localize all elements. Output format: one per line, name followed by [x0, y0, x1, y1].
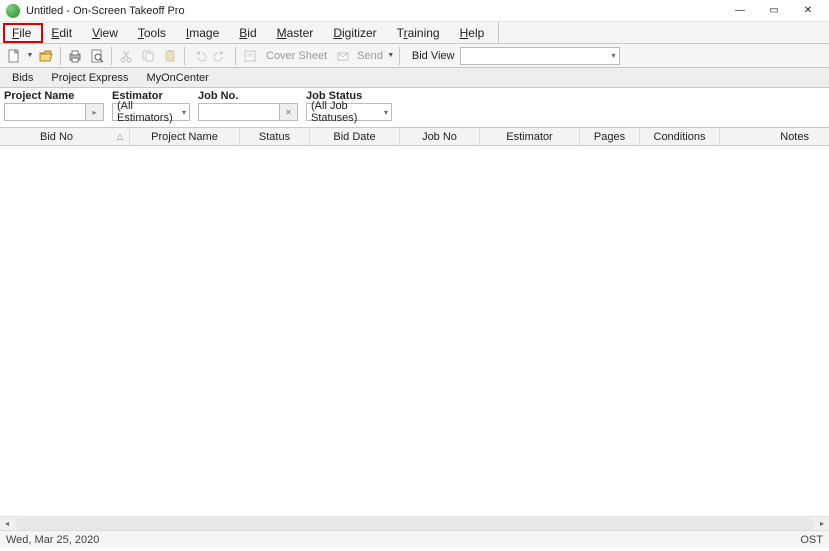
print-button[interactable]	[65, 46, 85, 66]
menu-edit[interactable]: Edit	[41, 22, 82, 43]
status-right: OST	[800, 534, 823, 546]
filter-project-name-label: Project Name	[4, 90, 104, 102]
send-label: Send	[355, 50, 385, 62]
send-icon	[336, 49, 350, 63]
filter-job-no-label: Job No.	[198, 90, 298, 102]
new-file-icon	[7, 49, 21, 63]
menu-training[interactable]: Training	[387, 22, 450, 43]
bid-view-select[interactable]	[460, 47, 620, 65]
col-project-name[interactable]: Project Name	[130, 128, 240, 145]
menu-view[interactable]: View	[82, 22, 128, 43]
minimize-button[interactable]: —	[723, 1, 757, 21]
filter-job-status-select[interactable]: (All Job Statuses)	[306, 103, 392, 121]
col-bid-no[interactable]: Bid No	[0, 128, 130, 145]
menu-image[interactable]: Image	[176, 22, 229, 43]
tab-bids[interactable]: Bids	[12, 72, 33, 84]
menu-help[interactable]: Help	[450, 22, 495, 43]
col-bid-date[interactable]: Bid Date	[310, 128, 400, 145]
filter-project-name-input[interactable]	[4, 103, 86, 121]
col-pages[interactable]: Pages	[580, 128, 640, 145]
filter-bar: Project Name ▸ Estimator (All Estimators…	[0, 88, 829, 128]
filter-job-no-input[interactable]	[198, 103, 280, 121]
paste-icon	[163, 49, 177, 63]
new-button[interactable]	[4, 46, 24, 66]
menu-master[interactable]: Master	[267, 22, 324, 43]
col-status[interactable]: Status	[240, 128, 310, 145]
cut-button[interactable]	[116, 46, 136, 66]
scroll-track[interactable]	[14, 518, 815, 530]
scroll-right-icon[interactable]: ▸	[815, 518, 829, 530]
col-notes[interactable]: Notes	[720, 128, 829, 145]
print-icon	[68, 49, 82, 63]
filter-project-name-go[interactable]: ▸	[86, 103, 104, 121]
menu-tools[interactable]: Tools	[128, 22, 176, 43]
col-conditions[interactable]: Conditions	[640, 128, 720, 145]
col-job-no[interactable]: Job No	[400, 128, 480, 145]
new-dropdown[interactable]: ▼	[26, 52, 34, 59]
copy-icon	[141, 49, 155, 63]
status-date: Wed, Mar 25, 2020	[6, 534, 99, 546]
scroll-left-icon[interactable]: ◂	[0, 518, 14, 530]
undo-button[interactable]	[189, 46, 209, 66]
open-folder-icon	[39, 49, 53, 63]
menu-bid[interactable]: Bid	[229, 22, 266, 43]
toolbar: ▼ Cover Sheet Send ▼ Bid View	[0, 44, 829, 68]
tab-myoncenter[interactable]: MyOnCenter	[146, 72, 208, 84]
filter-job-no-clear[interactable]: ✕	[280, 103, 298, 121]
paste-button[interactable]	[160, 46, 180, 66]
tab-project-express[interactable]: Project Express	[51, 72, 128, 84]
cover-sheet-label: Cover Sheet	[262, 50, 331, 62]
grid-header: Bid No Project Name Status Bid Date Job …	[0, 128, 829, 146]
maximize-button[interactable]: ▭	[757, 1, 791, 21]
horizontal-scrollbar[interactable]: ◂ ▸	[0, 516, 829, 530]
menu-file[interactable]: File	[2, 22, 41, 43]
undo-icon	[192, 49, 206, 63]
bid-view-label: Bid View	[404, 50, 459, 62]
cover-sheet-button[interactable]	[240, 46, 260, 66]
print-preview-icon	[90, 49, 104, 63]
col-estimator[interactable]: Estimator	[480, 128, 580, 145]
subtabs: Bids Project Express MyOnCenter	[0, 68, 829, 88]
copy-button[interactable]	[138, 46, 158, 66]
grid-body	[0, 146, 829, 516]
app-icon	[6, 4, 20, 18]
window-title: Untitled - On-Screen Takeoff Pro	[26, 5, 185, 17]
cover-sheet-icon	[243, 49, 257, 63]
cut-icon	[119, 49, 133, 63]
filter-estimator-select[interactable]: (All Estimators)	[112, 103, 190, 121]
open-button[interactable]	[36, 46, 56, 66]
redo-button[interactable]	[211, 46, 231, 66]
menu-bar: File Edit View Tools Image Bid Master Di…	[0, 22, 829, 44]
menu-digitizer[interactable]: Digitizer	[323, 22, 386, 43]
send-button[interactable]	[333, 46, 353, 66]
status-bar: Wed, Mar 25, 2020 OST	[0, 530, 829, 548]
close-button[interactable]: ✕	[791, 1, 825, 21]
print-preview-button[interactable]	[87, 46, 107, 66]
send-dropdown[interactable]: ▼	[387, 52, 395, 59]
redo-icon	[214, 49, 228, 63]
